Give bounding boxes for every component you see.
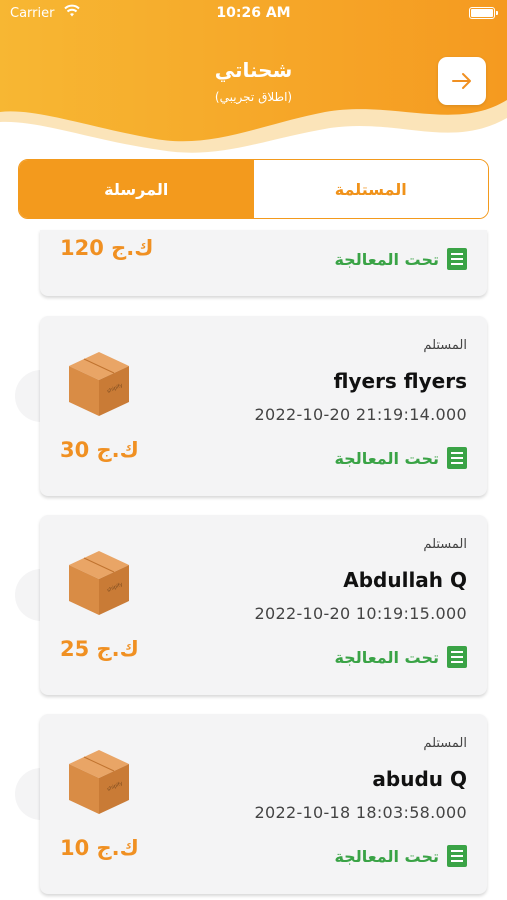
shipment-weight: 30 ك.ج xyxy=(60,438,139,462)
status-label: تحت المعالجة xyxy=(334,846,439,866)
document-icon xyxy=(447,447,467,469)
shipment-card[interactable]: shipify المستلم Abdullah Q 2022-10-20 10… xyxy=(40,515,487,695)
shipment-status: تحت المعالجة xyxy=(334,248,467,270)
shipment-card[interactable]: shipify المستلم abudu Q 2022-10-18 18:03… xyxy=(40,714,487,894)
back-button[interactable] xyxy=(438,57,486,105)
shipment-weight: 10 ك.ج xyxy=(60,836,139,860)
package-box-icon: shipify xyxy=(69,352,129,416)
tab-sent[interactable]: المرسلة xyxy=(19,160,254,218)
status-label: تحت المعالجة xyxy=(334,647,439,667)
tab-switcher: المرسلة المستلمة xyxy=(18,159,489,219)
screen: Carrier 10:26 AM شحناتي (اطلاق تجريبي) ا… xyxy=(0,0,507,900)
recipient-label: المستلم xyxy=(423,537,467,552)
status-label: تحت المعالجة xyxy=(334,448,439,468)
package-box-icon: shipify xyxy=(69,750,129,814)
recipient-name: flyers flyers xyxy=(333,369,467,393)
battery-icon xyxy=(469,7,498,19)
recipient-label: المستلم xyxy=(423,736,467,751)
recipient-name: abudu Q xyxy=(372,767,467,791)
shipment-card[interactable]: 120 ك.ج تحت المعالجة xyxy=(40,230,487,296)
status-label: تحت المعالجة xyxy=(334,249,439,269)
document-icon xyxy=(447,646,467,668)
shipment-status: تحت المعالجة xyxy=(334,845,467,867)
shipment-weight: 25 ك.ج xyxy=(60,637,139,661)
shipment-date: 2022-10-18 18:03:58.000 xyxy=(254,803,467,822)
shipment-status: تحت المعالجة xyxy=(334,646,467,668)
recipient-name: Abdullah Q xyxy=(343,568,467,592)
shipment-date: 2022-10-20 21:19:14.000 xyxy=(254,405,467,424)
shipment-date: 2022-10-20 10:19:15.000 xyxy=(254,604,467,623)
package-box-icon: shipify xyxy=(69,551,129,615)
document-icon xyxy=(447,248,467,270)
tab-received[interactable]: المستلمة xyxy=(253,160,488,218)
arrow-right-icon xyxy=(452,73,471,89)
status-bar: Carrier 10:26 AM xyxy=(0,0,507,28)
page-subtitle: (اطلاق تجريبي) xyxy=(214,90,293,104)
shipment-status: تحت المعالجة xyxy=(334,447,467,469)
shipment-weight: 120 ك.ج xyxy=(60,236,154,260)
document-icon xyxy=(447,845,467,867)
page-title: شحناتي xyxy=(214,58,293,82)
shipment-card[interactable]: shipify المستلم flyers flyers 2022-10-20… xyxy=(40,316,487,496)
recipient-label: المستلم xyxy=(423,338,467,353)
status-time: 10:26 AM xyxy=(216,5,291,21)
